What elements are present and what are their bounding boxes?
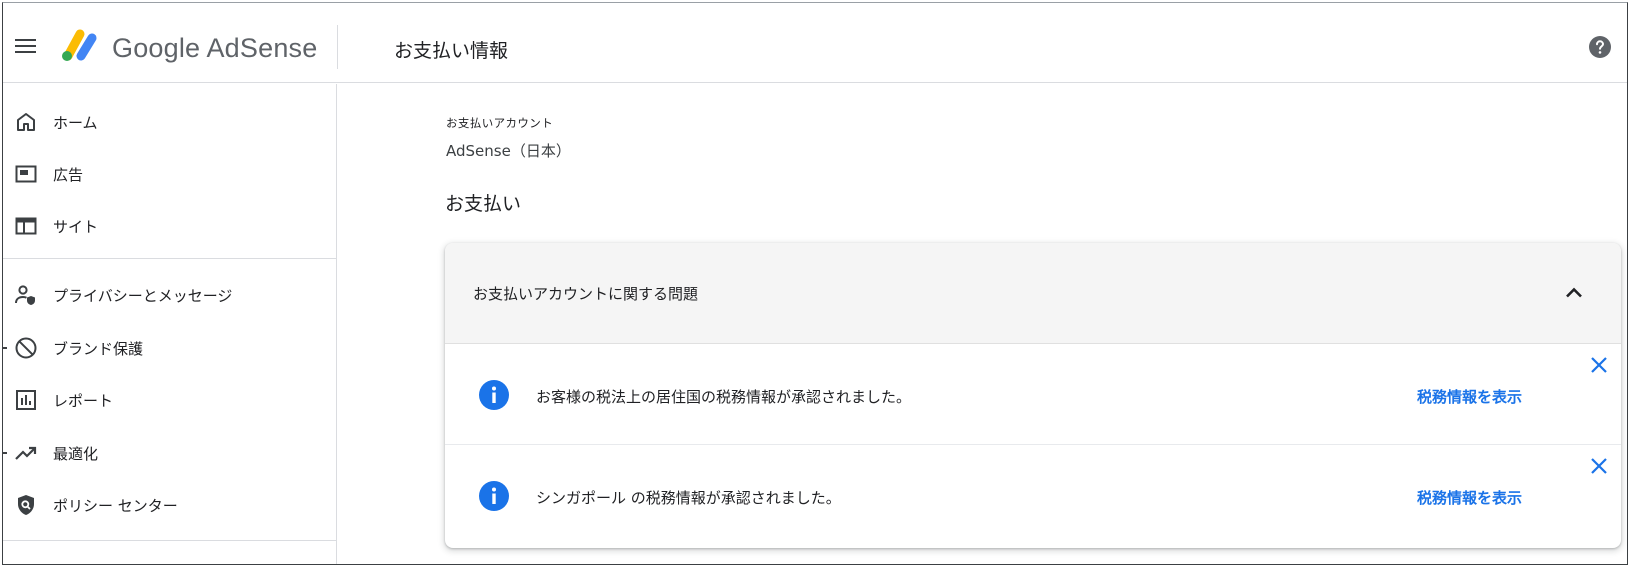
page-title: お支払い情報	[394, 40, 509, 62]
edge-marker	[3, 452, 7, 454]
edge-marker	[3, 347, 7, 349]
chevron-up-icon[interactable]	[1562, 281, 1586, 305]
sidebar-nav: ホーム 広告 サイト プライバシーとメッセージ ブランド保護 レポート 最適化 …	[3, 84, 337, 564]
sidebar-item-privacy[interactable]: プライバシーとメッセージ	[3, 271, 336, 319]
adsense-logo-icon	[62, 29, 97, 61]
privacy-icon	[15, 285, 35, 305]
sidebar-item-policy-center[interactable]: ポリシー センター	[3, 481, 336, 529]
sidebar-item-label: サイト	[53, 218, 99, 236]
top-app-bar: Google AdSense お支払い情報	[3, 7, 1627, 83]
view-tax-info-link[interactable]: 税務情報を表示	[1417, 386, 1522, 407]
sidebar-item-label: プライバシーとメッセージ	[53, 287, 233, 305]
product-name: Google AdSense	[112, 33, 318, 63]
sidebar-item-brand-protection[interactable]: ブランド保護	[3, 324, 336, 372]
trending-up-icon	[15, 446, 37, 460]
sidebar-divider	[3, 258, 336, 259]
payments-account-label: お支払いアカウント	[446, 116, 554, 130]
view-tax-info-link[interactable]: 税務情報を表示	[1417, 487, 1522, 508]
info-icon	[479, 481, 509, 511]
sites-icon	[15, 217, 37, 235]
sidebar-item-home[interactable]: ホーム	[3, 98, 336, 146]
menu-icon	[15, 39, 36, 41]
block-icon	[15, 337, 37, 359]
notice-item: シンガポール の税務情報が承認されました。 税務情報を表示	[445, 445, 1621, 546]
ads-icon	[15, 165, 37, 183]
notice-message: シンガポール の税務情報が承認されました。	[536, 489, 841, 507]
account-issues-title: お支払いアカウントに関する問題	[473, 285, 699, 303]
sidebar-item-label: 広告	[53, 166, 84, 184]
sidebar-item-label: 最適化	[53, 445, 99, 463]
menu-icon-bar	[15, 45, 36, 47]
sidebar-item-reports[interactable]: レポート	[3, 376, 336, 424]
notice-item: お客様の税法上の居住国の税務情報が承認されました。 税務情報を表示	[445, 344, 1621, 445]
account-issues-header[interactable]: お支払いアカウントに関する問題	[445, 243, 1621, 344]
help-icon[interactable]	[1588, 35, 1612, 59]
reports-icon	[16, 390, 36, 410]
sidebar-item-optimization[interactable]: 最適化	[3, 429, 336, 477]
header-divider	[337, 25, 338, 69]
menu-icon-bar	[15, 51, 36, 53]
sidebar-item-ads[interactable]: 広告	[3, 150, 336, 198]
notice-message: お客様の税法上の居住国の税務情報が承認されました。	[536, 388, 912, 406]
app-window: Google AdSense お支払い情報 ホーム 広告 サイト プライバシーと…	[2, 2, 1628, 565]
home-icon	[17, 113, 35, 131]
payments-section-title: お支払い	[445, 193, 522, 215]
account-issues-card: お支払いアカウントに関する問題 お客様の税法上の居住国の税務情報が承認されました…	[445, 243, 1621, 548]
payments-account-value: AdSense（日本）	[446, 142, 571, 160]
sidebar-item-label: ホーム	[53, 114, 98, 132]
sidebar-item-sites[interactable]: サイト	[3, 202, 336, 250]
close-icon[interactable]	[1587, 454, 1611, 478]
close-icon[interactable]	[1587, 353, 1611, 377]
main-menu-button[interactable]	[15, 37, 37, 55]
policy-shield-icon	[18, 495, 34, 515]
sidebar-item-label: ポリシー センター	[53, 497, 178, 515]
sidebar-item-label: レポート	[53, 392, 114, 410]
sidebar-divider	[3, 540, 336, 541]
info-icon	[479, 380, 509, 410]
sidebar-item-label: ブランド保護	[53, 340, 144, 358]
